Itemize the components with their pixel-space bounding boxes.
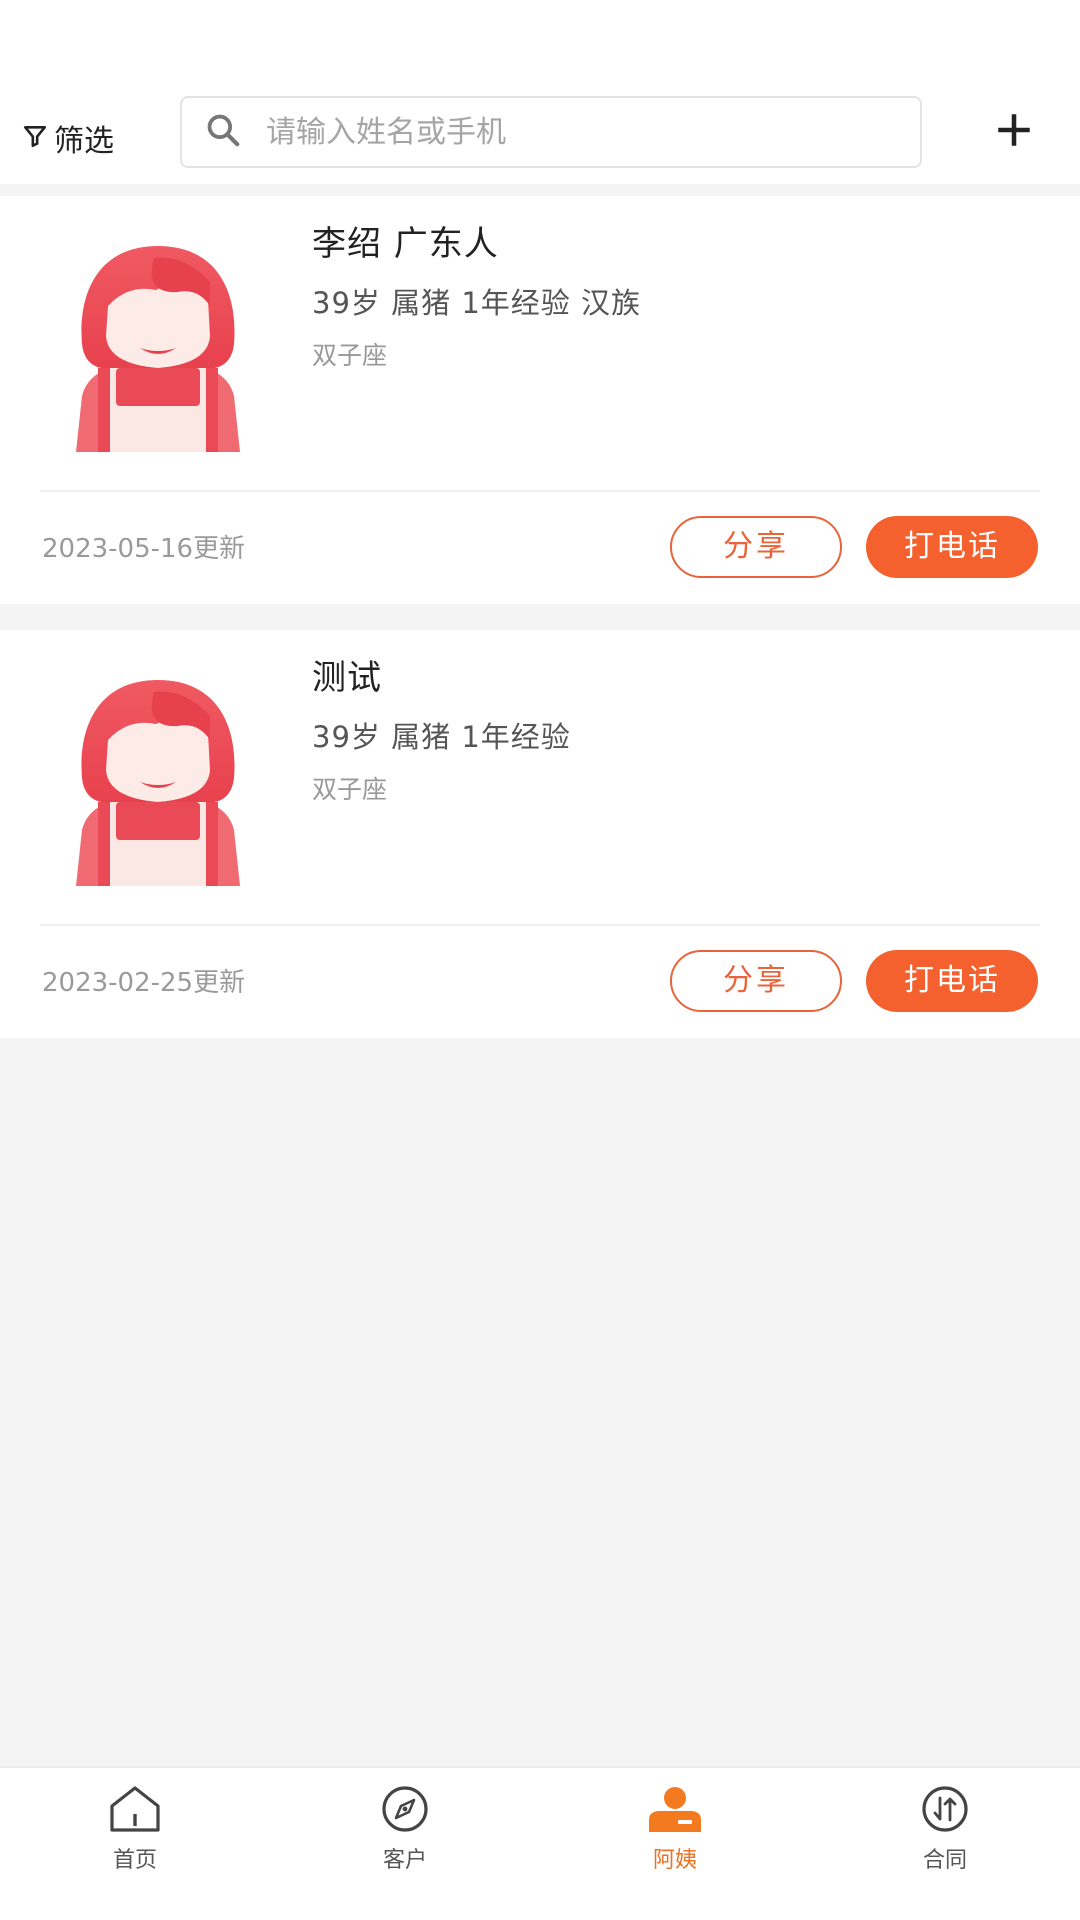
tab-customers[interactable]: 客户: [270, 1768, 540, 1920]
tab-nanny[interactable]: 阿姨: [540, 1768, 810, 1920]
nanny-zodiac: 双子座: [312, 341, 388, 370]
tab-label: 合同: [922, 1848, 967, 1873]
bottom-tab-bar: 首页 客户 阿姨 合同: [0, 1766, 1080, 1920]
person-icon: [646, 1784, 704, 1838]
avatar: [58, 236, 258, 452]
nanny-meta: 39岁 属猪 1年经验: [312, 720, 571, 754]
filter-button[interactable]: 筛选: [22, 110, 114, 166]
plus-icon: [993, 109, 1035, 155]
nanny-name: 测试: [312, 658, 382, 698]
tab-contract[interactable]: 合同: [810, 1768, 1080, 1920]
tab-label: 客户: [382, 1848, 427, 1873]
filter-label: 筛选: [54, 124, 114, 159]
filter-icon: [22, 123, 48, 153]
nanny-meta: 39岁 属猪 1年经验 汉族: [312, 286, 642, 320]
tab-home[interactable]: 首页: [0, 1768, 270, 1920]
call-button[interactable]: 打电话: [866, 516, 1038, 578]
page: 筛选 请输入姓名或手机 李绍 广东人 39岁 属猪 1年经验 汉族 双子座 20…: [0, 0, 1080, 1920]
card-actions: 2023-05-16更新 分享 打电话: [0, 492, 1080, 604]
woman-avatar-icon: [76, 680, 240, 886]
share-button[interactable]: 分享: [670, 516, 842, 578]
status-bar-area: [0, 0, 1080, 92]
search-icon: [204, 111, 266, 153]
nanny-name: 李绍 广东人: [312, 224, 499, 264]
nanny-card[interactable]: 测试 39岁 属猪 1年经验 双子座 2023-02-25更新 分享 打电话: [0, 630, 1080, 1038]
search-box[interactable]: [180, 96, 922, 168]
updated-date: 2023-02-25更新: [42, 968, 246, 998]
nanny-card[interactable]: 李绍 广东人 39岁 属猪 1年经验 汉族 双子座 2023-05-16更新 分…: [0, 196, 1080, 604]
card-info-area: 李绍 广东人 39岁 属猪 1年经验 汉族 双子座: [0, 196, 1080, 490]
swap-icon: [916, 1784, 974, 1838]
top-bar: 筛选: [0, 92, 1080, 184]
card-actions: 2023-02-25更新 分享 打电话: [0, 926, 1080, 1038]
nanny-zodiac: 双子座: [312, 775, 388, 804]
search-input[interactable]: [266, 102, 920, 162]
tab-label: 阿姨: [652, 1848, 697, 1873]
tab-label: 首页: [112, 1848, 157, 1873]
add-button[interactable]: [986, 104, 1042, 160]
home-icon: [106, 1784, 164, 1838]
card-info-area: 测试 39岁 属猪 1年经验 双子座: [0, 630, 1080, 924]
share-button[interactable]: 分享: [670, 950, 842, 1012]
woman-avatar-icon: [76, 246, 240, 452]
avatar: [58, 670, 258, 886]
compass-icon: [376, 1784, 434, 1838]
call-button[interactable]: 打电话: [866, 950, 1038, 1012]
updated-date: 2023-05-16更新: [42, 534, 246, 564]
nanny-list: 李绍 广东人 39岁 属猪 1年经验 汉族 双子座 2023-05-16更新 分…: [0, 184, 1080, 1038]
